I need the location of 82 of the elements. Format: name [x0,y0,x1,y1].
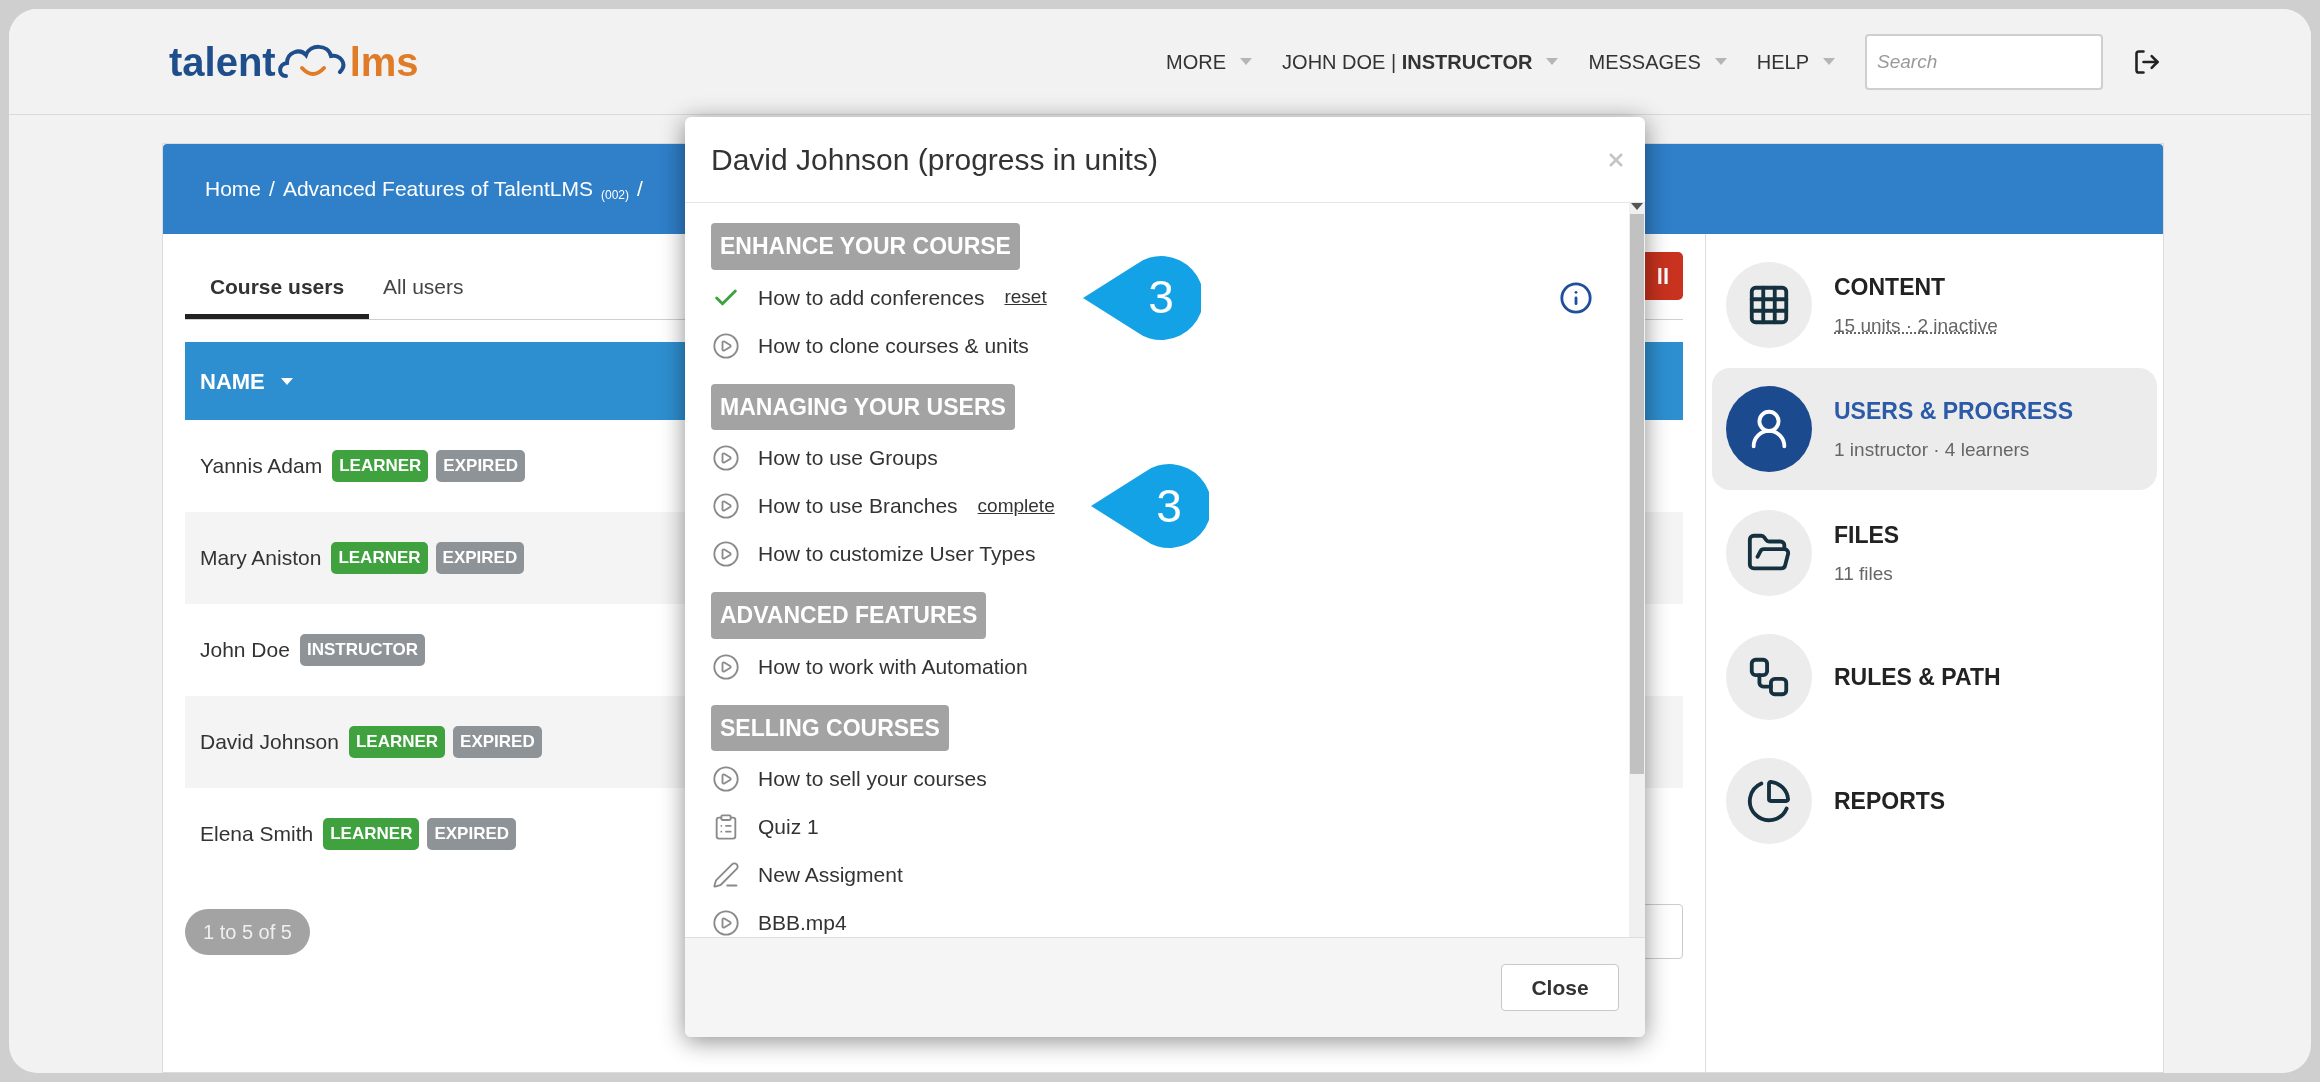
user-type-badge: LEARNER [331,542,428,574]
dropdown-caret-icon [1714,58,1727,65]
dropdown-caret-icon [1240,58,1253,65]
dropdown-caret-icon [1546,58,1559,65]
tab[interactable]: Course users [185,259,369,319]
unit-name: New Assigment [758,862,903,889]
scrollbar[interactable] [1629,203,1645,937]
play-icon [712,652,740,681]
nav-menu-link[interactable]: MESSAGES [1588,46,1701,77]
section-heading: SELLING COURSES [711,704,949,751]
unit-name: How to use Branches [758,493,958,520]
unit-action-link[interactable]: reset [1004,283,1047,312]
logo-text: lms [349,41,419,82]
unit-name: BBB.mp4 [758,910,847,937]
tab[interactable]: All users [369,259,478,319]
user-type-badge: EXPIRED [427,818,517,850]
user-type-badge: INSTRUCTOR [299,634,426,666]
course-code: (002) [601,187,630,204]
logout-icon[interactable] [2133,47,2161,76]
play-icon [712,492,740,520]
breadcrumb-separator: / [269,176,275,203]
play-icon [712,765,740,793]
play-icon [712,444,740,472]
section-heading: ENHANCE YOUR COURSE [711,223,1020,270]
breadcrumb-separator: / [637,176,643,203]
pie-chart-icon [1746,778,1792,824]
user-type-badge: LEARNER [323,818,420,850]
play-icon [712,909,740,937]
user-type-badge: EXPIRED [435,542,525,574]
sidebar-title: CONTENT [1834,272,1947,302]
section-heading: MANAGING YOUR USERS [711,383,1015,430]
sidebar-item[interactable]: FILES 11 files [1712,492,2157,614]
callout-badge: 3 [1082,254,1201,341]
unit-name: How to work with Automation [758,653,1028,680]
user-type-badge: EXPIRED [453,726,542,758]
nav-menu-link[interactable]: MORE [1166,46,1227,77]
sidebar-subtitle: 1 instructor · 4 learners [1834,438,2031,462]
sidebar-subtitle: 15 units · 2 inactive [1834,314,1998,338]
user-type-badge: LEARNER [332,450,429,482]
unit-name: How to sell your courses [758,766,987,793]
play-icon [712,540,740,568]
pagination-info: 1 to 5 of 5 [185,908,310,955]
user-name: Yannis Adam [200,453,323,480]
unit-name: How to clone courses & units [758,332,1029,359]
unit-name: How to add conferences [758,284,985,311]
info-icon[interactable] [1559,280,1593,315]
sidebar-subtitle: 11 files [1834,562,1894,586]
user-type-badge: LEARNER [348,726,446,758]
sidebar-item[interactable]: RULES & PATH [1712,616,2157,738]
sidebar-item[interactable]: USERS & PROGRESS 1 instructor · 4 learners [1712,368,2157,490]
sidebar-title: USERS & PROGRESS [1834,396,2073,426]
scrollbar-thumb[interactable] [1630,214,1644,774]
sidebar-title: REPORTS [1834,786,1946,816]
sidebar-title: FILES [1834,520,1900,550]
user-name: Elena Smith [200,821,314,848]
breadcrumb-link[interactable]: Advanced Features of TalentLMS [282,173,593,205]
close-button[interactable]: Close [1501,964,1619,1011]
unit-name: How to use Groups [758,445,938,472]
dropdown-caret-icon [1823,58,1835,65]
sidebar-title: RULES & PATH [1834,662,2001,692]
nav-menu-link[interactable]: HELP [1756,46,1809,77]
logo-text: talent [169,41,276,82]
user-name: David Johnson [200,729,339,756]
callout-badge: 3 [1090,463,1209,549]
unit-name: Quiz 1 [758,814,819,841]
pencil-icon [712,861,740,889]
dialog-title: David Johnson (progress in units) [711,142,1159,178]
unit-action-link[interactable]: complete [977,491,1055,521]
search-field[interactable]: Search [1865,33,2103,90]
breadcrumb-link[interactable]: Home [205,173,262,205]
section-heading: ADVANCED FEATURES [711,592,987,639]
user-name: Mary Aniston [200,545,322,572]
close-icon[interactable] [1609,152,1623,167]
sort-caret-icon [280,377,293,385]
nav-menu-link[interactable]: JOHN DOE | INSTRUCTOR [1282,46,1533,77]
user-type-badge: EXPIRED [436,450,525,482]
unit-name: How to customize User Types [758,541,1036,568]
user-name: John Doe [200,637,290,664]
play-icon [712,331,740,360]
sidebar-item[interactable]: CONTENT 15 units · 2 inactive [1712,244,2157,366]
sidebar-item[interactable]: REPORTS [1712,740,2157,862]
column-header[interactable]: NAME [200,364,265,398]
